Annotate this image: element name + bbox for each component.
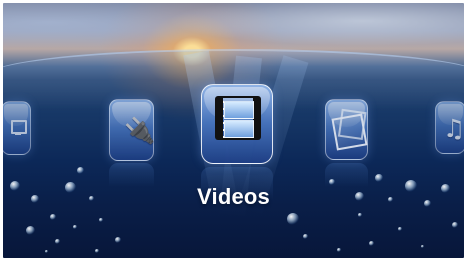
bubble [99,218,103,222]
bubble [45,250,48,253]
menu-item-music[interactable]: ♫ [435,101,464,154]
bubble [441,184,450,193]
monitor-icon [11,120,27,135]
bubble [77,167,84,174]
bubble [65,182,76,193]
bubble [55,239,60,244]
music-note-icon: ♫ [443,114,464,143]
bubble [50,214,56,220]
bubble [398,227,402,231]
bubble [421,245,424,248]
bubble [355,192,364,201]
bubble [337,248,341,252]
bubble [388,197,393,202]
menu-item-connections[interactable]: 🔌 [109,99,156,161]
film-frame-icon [224,101,254,119]
bubble [26,226,35,235]
bubble [95,249,99,253]
bubble [73,225,77,229]
bubble [115,237,121,243]
bubble [369,241,374,246]
bubble [89,196,94,201]
film-frame-icon [224,120,254,138]
bubble [10,181,20,191]
bubble [329,179,335,185]
bubble [424,200,431,207]
projector-home-menu: 🔌 ♫ Videos [3,3,464,258]
menu-item-display-settings[interactable] [3,101,31,155]
photo-icon [331,113,368,151]
bubble [375,174,383,182]
bubble [358,213,362,217]
menu-item-photos[interactable] [325,99,368,160]
bubble [405,180,417,192]
film-icon [215,96,261,140]
bubble [31,195,39,203]
bubble [287,213,299,225]
plug-icon: 🔌 [124,116,156,145]
bubble [303,234,308,239]
bubble [452,222,458,228]
menu-item-videos[interactable] [201,84,273,164]
